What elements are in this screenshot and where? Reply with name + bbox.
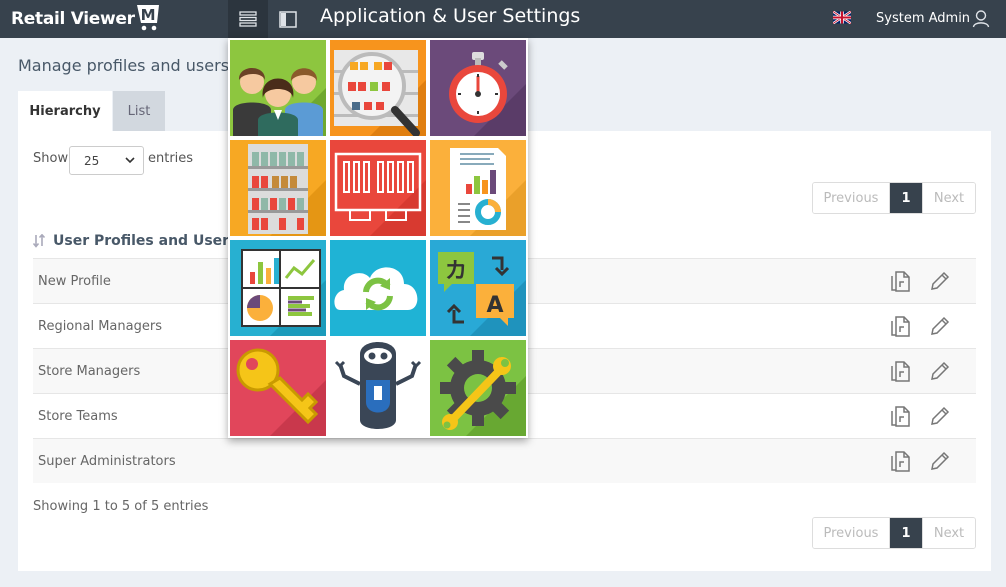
menu-tile-translations[interactable]: カ A bbox=[430, 240, 526, 336]
apps-menu-button[interactable] bbox=[228, 0, 268, 38]
menu-tile-floor-plan[interactable] bbox=[330, 140, 426, 236]
table-row[interactable]: Super Administrators bbox=[33, 438, 976, 483]
edit-pencil-icon[interactable] bbox=[929, 315, 951, 337]
tab-list[interactable]: List bbox=[113, 91, 165, 131]
sort-icon bbox=[33, 234, 46, 248]
page-size-select[interactable]: 25 bbox=[69, 146, 144, 175]
sidebar-toggle-button[interactable] bbox=[268, 0, 308, 38]
stopwatch-icon bbox=[430, 40, 526, 136]
sidebar-panel-icon bbox=[279, 10, 297, 28]
settings-gear-icon bbox=[430, 340, 526, 436]
menu-tile-planograms[interactable] bbox=[230, 140, 326, 236]
menu-tile-users[interactable] bbox=[230, 40, 326, 136]
copy-document-icon[interactable] bbox=[889, 314, 911, 338]
top-bar: Retail Viewer M Application & User Setti… bbox=[0, 0, 1006, 38]
section-header[interactable]: User Profiles and Users bbox=[33, 233, 237, 249]
magnifier-shelf-icon bbox=[330, 40, 426, 136]
edit-pencil-icon[interactable] bbox=[929, 270, 951, 292]
menu-tile-dashboard[interactable] bbox=[230, 240, 326, 336]
svg-text:A: A bbox=[486, 293, 503, 318]
menu-tile-settings[interactable] bbox=[430, 340, 526, 436]
users-group-icon bbox=[230, 40, 326, 136]
apps-menu-dropdown: カ A bbox=[228, 38, 528, 438]
profile-name: Super Administrators bbox=[38, 453, 176, 469]
profile-name: Regional Managers bbox=[38, 318, 162, 334]
copy-document-icon[interactable] bbox=[889, 449, 911, 473]
table-info: Showing 1 to 5 of 5 entries bbox=[33, 499, 209, 514]
section-title: User Profiles and Users bbox=[53, 233, 238, 249]
menu-tile-licensing[interactable] bbox=[230, 340, 326, 436]
brand-name: Retail Viewer bbox=[11, 9, 135, 29]
edit-pencil-icon[interactable] bbox=[929, 405, 951, 427]
page-title: Manage profiles and users bbox=[18, 56, 230, 75]
app-title: Application & User Settings bbox=[320, 5, 581, 27]
copy-document-icon[interactable] bbox=[889, 269, 911, 293]
profile-name: Store Teams bbox=[38, 408, 118, 424]
dashboard-charts-icon bbox=[230, 240, 326, 336]
view-tabs: Hierarchy List bbox=[18, 91, 165, 131]
report-document-icon bbox=[430, 140, 526, 236]
user-profile-icon[interactable] bbox=[972, 9, 990, 32]
entries-label: entries bbox=[148, 151, 194, 166]
tab-hierarchy[interactable]: Hierarchy bbox=[18, 91, 112, 131]
menu-tile-automation[interactable] bbox=[330, 340, 426, 436]
translate-icon: カ A bbox=[430, 240, 526, 336]
user-name[interactable]: System Admin bbox=[876, 11, 970, 26]
previous-page-button[interactable]: Previous bbox=[813, 183, 890, 213]
store-shelves-icon bbox=[230, 140, 326, 236]
profile-name: New Profile bbox=[38, 273, 111, 289]
brand-logo[interactable]: Retail Viewer M bbox=[11, 4, 162, 34]
menu-tile-sync[interactable] bbox=[330, 240, 426, 336]
chevron-down-icon bbox=[125, 157, 135, 164]
cloud-sync-icon bbox=[330, 240, 426, 336]
edit-pencil-icon[interactable] bbox=[929, 450, 951, 472]
uk-flag-icon[interactable] bbox=[832, 10, 852, 25]
key-icon bbox=[230, 340, 326, 436]
next-page-button[interactable]: Next bbox=[922, 183, 975, 213]
page-number-button[interactable]: 1 bbox=[890, 518, 922, 548]
floor-plan-icon bbox=[330, 140, 426, 236]
brand-mark: M bbox=[140, 6, 155, 24]
svg-text:カ: カ bbox=[445, 259, 467, 284]
show-label: Show bbox=[33, 151, 69, 166]
pagination-bottom: Previous 1 Next bbox=[812, 517, 976, 549]
list-menu-icon bbox=[239, 11, 257, 27]
edit-pencil-icon[interactable] bbox=[929, 360, 951, 382]
previous-page-button[interactable]: Previous bbox=[813, 518, 890, 548]
next-page-button[interactable]: Next bbox=[922, 518, 975, 548]
copy-document-icon[interactable] bbox=[889, 404, 911, 428]
menu-tile-shelf-inspection[interactable] bbox=[330, 40, 426, 136]
menu-tile-timing[interactable] bbox=[430, 40, 526, 136]
profile-name: Store Managers bbox=[38, 363, 141, 379]
copy-document-icon[interactable] bbox=[889, 359, 911, 383]
cart-logo-icon: M bbox=[136, 2, 162, 37]
pagination-top: Previous 1 Next bbox=[812, 182, 976, 214]
robot-icon bbox=[330, 340, 426, 436]
menu-tile-reports[interactable] bbox=[430, 140, 526, 236]
page-number-button[interactable]: 1 bbox=[890, 183, 922, 213]
page-size-value: 25 bbox=[84, 153, 100, 168]
